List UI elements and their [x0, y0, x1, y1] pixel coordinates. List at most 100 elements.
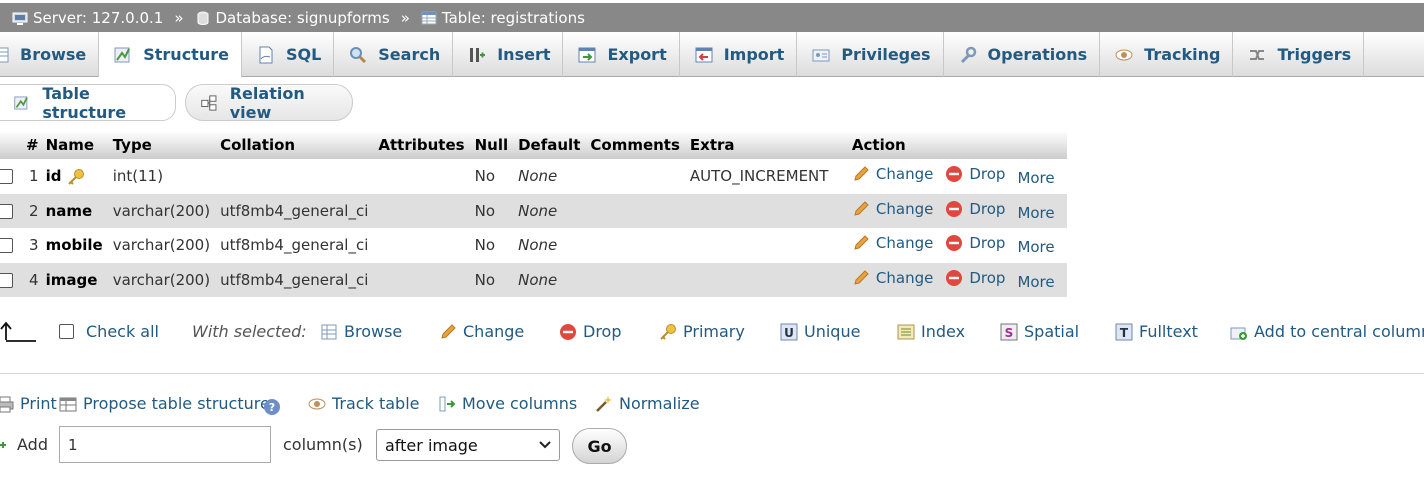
print-link[interactable]: Print: [0, 394, 57, 413]
more-button[interactable]: More: [1017, 204, 1054, 222]
table-header-row: # Name Type Collation Attributes Null De…: [0, 131, 1067, 159]
selected-browse-button[interactable]: Browse: [320, 322, 402, 341]
more-button[interactable]: More: [1017, 169, 1054, 187]
drop-button[interactable]: Drop: [945, 200, 1005, 218]
drop-button[interactable]: Drop: [945, 234, 1005, 252]
tab-sql[interactable]: SQL: [242, 32, 335, 77]
with-selected-label: With selected:: [192, 322, 307, 341]
selected-index-button[interactable]: Index: [897, 322, 965, 341]
insert-icon: [470, 47, 486, 62]
selected-fulltext-button[interactable]: T Fulltext: [1115, 322, 1198, 341]
selected-central-columns-button[interactable]: Add to central columns: [1230, 322, 1424, 341]
structure-icon: [14, 95, 28, 110]
print-icon: [0, 396, 14, 412]
selected-unique-button[interactable]: U Unique: [780, 322, 860, 341]
change-button[interactable]: Change: [852, 200, 933, 218]
check-all-checkbox[interactable]: [59, 324, 74, 339]
column-comments: [585, 159, 685, 194]
header-select: [0, 131, 24, 159]
tab-insert-label: Insert: [497, 45, 551, 64]
track-table-label: Track table: [332, 394, 420, 413]
row-checkbox[interactable]: [0, 169, 13, 185]
tab-search[interactable]: Search: [334, 32, 454, 77]
table-row: 1 id int(11) No None AUTO_INCREMENT Change Drop…: [0, 159, 1067, 194]
search-icon: [350, 46, 367, 63]
normalize-label: Normalize: [619, 394, 700, 413]
selected-change-button[interactable]: Change: [439, 322, 524, 341]
column-position-select[interactable]: after image: [376, 429, 560, 461]
tab-browse-label: Browse: [20, 45, 87, 64]
add-label: Add: [17, 435, 48, 454]
row-select-cell: [0, 193, 24, 228]
breadcrumb-separator: »: [400, 8, 410, 27]
tab-export[interactable]: Export: [563, 32, 680, 77]
go-button[interactable]: Go: [572, 428, 627, 464]
more-button[interactable]: More: [1017, 238, 1054, 256]
tab-sql-label: SQL: [285, 45, 322, 64]
row-checkbox[interactable]: [0, 238, 13, 254]
svg-text:T: T: [1120, 326, 1129, 340]
normalize-link[interactable]: Normalize: [595, 394, 700, 413]
breadcrumb-database[interactable]: Database: signupforms: [195, 9, 390, 27]
track-table-link[interactable]: Track table: [308, 394, 419, 413]
subtab-table-structure[interactable]: Table structure: [0, 83, 176, 122]
selected-spatial-button[interactable]: S Spatial: [1000, 322, 1079, 341]
change-button[interactable]: Change: [852, 234, 933, 252]
tab-operations[interactable]: Operations: [944, 32, 1101, 77]
column-actions: Change Drop More: [846, 228, 1067, 263]
drop-button[interactable]: Drop: [945, 165, 1005, 183]
drop-icon: [946, 166, 963, 183]
index-icon: [897, 324, 915, 339]
check-all-label[interactable]: Check all: [86, 322, 159, 341]
tab-structure[interactable]: Structure: [99, 32, 242, 78]
breadcrumb-table-label: Table: registrations: [441, 8, 585, 27]
header-type: Type: [107, 131, 216, 159]
help-icon[interactable]: ?: [263, 398, 281, 416]
breadcrumb-server[interactable]: Server: 127.0.0.1: [12, 9, 163, 27]
breadcrumb-table[interactable]: Table: registrations: [421, 9, 585, 27]
svg-text:U: U: [784, 326, 794, 340]
row-number: 2: [24, 193, 41, 228]
svg-text:S: S: [1005, 326, 1014, 340]
drop-button[interactable]: Drop: [945, 269, 1005, 287]
row-checkbox[interactable]: [0, 203, 13, 219]
change-button[interactable]: Change: [852, 269, 933, 287]
subtab-table-structure-label: Table structure: [42, 83, 127, 122]
move-columns-link[interactable]: Move columns: [438, 394, 577, 413]
drop-icon: [946, 269, 963, 286]
tab-triggers[interactable]: Triggers: [1233, 32, 1365, 77]
tab-privileges[interactable]: Privileges: [797, 32, 944, 77]
selected-drop-button[interactable]: Drop: [559, 322, 622, 341]
more-button[interactable]: More: [1017, 273, 1054, 291]
column-extra: AUTO_INCREMENT: [684, 159, 847, 194]
primary-key-icon: [68, 168, 85, 185]
tab-insert[interactable]: Insert: [453, 32, 564, 77]
tab-import[interactable]: Import: [680, 32, 798, 77]
column-count-input[interactable]: [59, 426, 271, 463]
browse-icon: [321, 324, 337, 339]
header-action: Action: [846, 131, 1067, 159]
column-comments: [585, 228, 685, 263]
tab-tracking[interactable]: Tracking: [1100, 32, 1234, 77]
browse-icon: [0, 47, 9, 62]
column-extra: [684, 262, 847, 297]
selected-primary-button[interactable]: Primary: [659, 322, 745, 341]
drop-icon: [946, 235, 963, 252]
tab-browse[interactable]: Browse: [0, 32, 100, 77]
import-icon: [695, 47, 713, 62]
row-checkbox[interactable]: [0, 272, 13, 288]
subtab-relation-view[interactable]: Relation view: [185, 84, 353, 122]
row-number: 3: [24, 228, 41, 263]
breadcrumb-server-label: Server: 127.0.0.1: [33, 8, 164, 27]
change-button[interactable]: Change: [852, 165, 933, 183]
tab-structure-label: Structure: [143, 45, 229, 64]
breadcrumb-separator: »: [174, 8, 184, 27]
check-all[interactable]: Check all: [59, 322, 159, 341]
sql-icon: [259, 46, 273, 63]
column-actions: Change Drop More: [846, 159, 1067, 194]
propose-structure-icon: [59, 397, 77, 411]
drop-label: Drop: [969, 199, 1006, 218]
selected-spatial-label: Spatial: [1024, 322, 1080, 341]
propose-structure-link[interactable]: Propose table structure: [59, 394, 270, 413]
relation-icon: [201, 94, 217, 111]
